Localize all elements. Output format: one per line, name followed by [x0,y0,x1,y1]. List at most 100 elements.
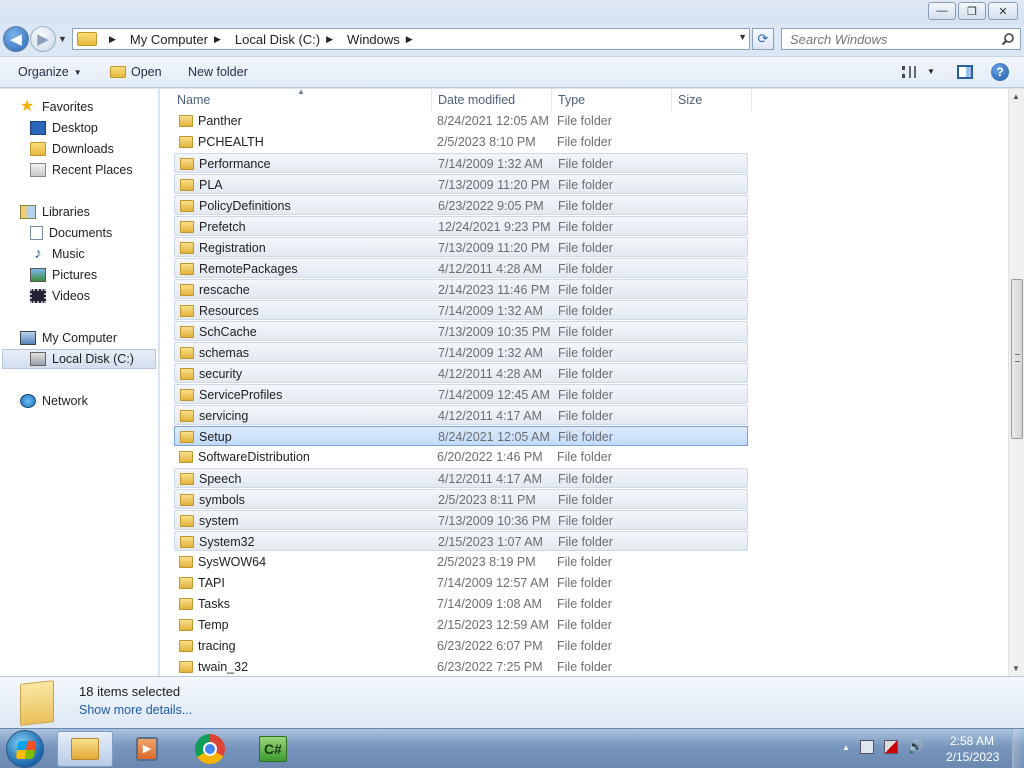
folder-icon [180,284,194,296]
folder-icon [180,347,194,359]
file-date-modified: 2/15/2023 12:59 AM [437,618,549,632]
nav-libraries[interactable]: Libraries [20,202,90,222]
file-row[interactable]: SchCache 7/13/2009 10:35 PM File folder [174,321,748,341]
vertical-scrollbar[interactable]: ▲ ▼ [1008,89,1024,676]
help-icon[interactable]: ? [991,63,1009,81]
nav-desktop[interactable]: Desktop [30,118,98,138]
column-type[interactable]: Type [558,93,585,107]
search-box[interactable] [781,28,1021,50]
network-status-icon[interactable] [859,740,874,754]
change-view-icon[interactable] [902,66,916,78]
file-row[interactable]: PLA 7/13/2009 11:20 PM File folder [174,174,748,194]
column-date-modified[interactable]: Date modified [438,93,515,107]
maximize-button[interactable]: ❐ [958,2,986,20]
column-name[interactable]: Name [177,93,210,107]
recent-places-icon [30,163,46,177]
file-row[interactable]: TAPI 7/14/2009 12:57 AM File folder [174,573,748,593]
file-row[interactable]: tracing 6/23/2022 6:07 PM File folder [174,636,748,656]
address-history-dropdown[interactable]: ▼ [738,32,747,42]
libraries-icon [20,205,36,219]
column-divider[interactable] [431,89,432,111]
file-row[interactable]: Tasks 7/14/2009 1:08 AM File folder [174,594,748,614]
file-row[interactable]: symbols 2/5/2023 8:11 PM File folder [174,489,748,509]
scroll-thumb[interactable] [1011,279,1023,439]
file-row[interactable]: Performance 7/14/2009 1:32 AM File folder [174,153,748,173]
file-row[interactable]: schemas 7/14/2009 1:32 AM File folder [174,342,748,362]
back-button[interactable]: ◀ [3,26,29,52]
nav-local-disk[interactable]: Local Disk (C:) [2,349,156,369]
folder-icon [180,263,194,275]
file-row[interactable]: SoftwareDistribution 6/20/2022 1:46 PM Fil… [174,447,748,467]
file-row[interactable]: Prefetch 12/24/2021 9:23 PM File folder [174,216,748,236]
file-date-modified: 8/24/2021 12:05 AM [438,430,550,444]
address-bar[interactable]: ▶ My Computer ▶ Local Disk (C:) ▶ Windows ▶… [72,28,750,50]
show-desktop-button[interactable] [1012,729,1024,768]
file-row[interactable]: system 7/13/2009 10:36 PM File folder [174,510,748,530]
view-options-dropdown[interactable]: ▼ [927,67,935,76]
breadcrumb-my-computer[interactable]: My Computer ▶ [130,32,229,47]
taskbar-csharp-app[interactable]: C# [245,731,301,767]
taskbar-media-player[interactable]: ▶ [119,731,175,767]
organize-menu[interactable]: Organize ▼ [18,65,82,79]
file-row[interactable]: SysWOW64 2/5/2023 8:19 PM File folder [174,552,748,572]
file-date-modified: 4/12/2011 4:17 AM [438,409,543,423]
open-button[interactable]: Open [110,65,162,79]
file-row[interactable]: Resources 7/14/2009 1:32 AM File folder [174,300,748,320]
forward-button[interactable]: ▶ [30,26,56,52]
taskbar-explorer[interactable] [57,731,113,767]
nav-recent-places[interactable]: Recent Places [30,160,133,180]
nav-my-computer[interactable]: My Computer [20,328,117,348]
close-button[interactable]: ✕ [988,2,1018,20]
network-icon [20,394,36,408]
nav-favorites[interactable]: ★ Favorites [20,97,93,117]
file-row[interactable]: servicing 4/12/2011 4:17 AM File folder [174,405,748,425]
star-icon: ★ [20,98,35,115]
chevron-right-icon: ▶ [213,33,221,44]
breadcrumb-windows[interactable]: Windows ▶ [347,32,421,47]
file-row[interactable]: PolicyDefinitions 6/23/2022 9:05 PM File f… [174,195,748,215]
action-center-icon[interactable] [883,740,898,754]
nav-videos[interactable]: Videos [30,286,90,306]
folder-icon [180,200,194,212]
nav-documents[interactable]: Documents [30,223,112,243]
column-size[interactable]: Size [678,93,702,107]
file-type: File folder [557,618,612,632]
start-button[interactable] [6,730,44,768]
clock[interactable]: 2:58 AM 2/15/2023 [946,733,999,765]
preview-pane-icon[interactable] [957,65,973,79]
scroll-up-arrow-icon[interactable]: ▲ [1012,92,1020,101]
file-row[interactable]: rescache 2/14/2023 11:46 PM File folder [174,279,748,299]
taskbar-chrome[interactable] [182,731,238,767]
recent-pages-dropdown[interactable]: ▼ [58,34,67,44]
nav-music[interactable]: ♪ Music [30,244,84,264]
file-list: ▲ Name Date modified Type Size Panther 8/… [160,89,1008,676]
file-row[interactable]: Setup 8/24/2021 12:05 AM File folder [174,426,748,446]
file-row[interactable]: twain_32 6/23/2022 7:25 PM File folder [174,657,748,676]
volume-icon[interactable]: 🔊 [908,739,924,755]
nav-network[interactable]: Network [20,391,88,411]
column-divider[interactable] [751,89,752,111]
nav-pictures[interactable]: Pictures [30,265,97,285]
search-icon[interactable] [1001,32,1015,46]
column-divider[interactable] [551,89,552,111]
file-row[interactable]: security 4/12/2011 4:28 AM File folder [174,363,748,383]
column-divider[interactable] [671,89,672,111]
show-more-details-link[interactable]: Show more details... [79,703,192,717]
refresh-button[interactable]: ⟳ [752,28,774,50]
file-row[interactable]: ServiceProfiles 7/14/2009 12:45 AM File fo… [174,384,748,404]
file-row[interactable]: Registration 7/13/2009 11:20 PM File folde… [174,237,748,257]
scroll-down-arrow-icon[interactable]: ▼ [1012,664,1020,673]
file-row[interactable]: Speech 4/12/2011 4:17 AM File folder [174,468,748,488]
file-row[interactable]: RemotePackages 4/12/2011 4:28 AM File fold… [174,258,748,278]
search-input[interactable] [790,31,990,47]
show-hidden-icons-button[interactable]: ▲ [842,743,850,752]
file-row[interactable]: Temp 2/15/2023 12:59 AM File folder [174,615,748,635]
file-row[interactable]: PCHEALTH 2/5/2023 8:10 PM File folder [174,132,748,152]
nav-downloads[interactable]: Downloads [30,139,114,159]
file-row[interactable]: System32 2/15/2023 1:07 AM File folder [174,531,748,551]
breadcrumb-local-disk[interactable]: Local Disk (C:) ▶ [235,32,341,47]
minimize-button[interactable]: — [928,2,956,20]
new-folder-button[interactable]: New folder [188,65,248,79]
file-row[interactable]: Panther 8/24/2021 12:05 AM File folder [174,111,748,131]
breadcrumb-root-chevron[interactable]: ▶ [103,34,124,45]
